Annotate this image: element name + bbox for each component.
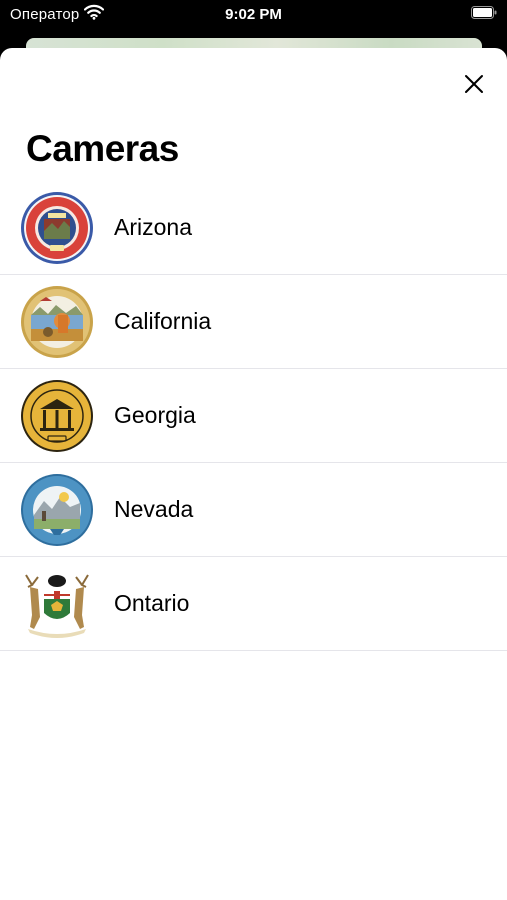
list-item-ontario[interactable]: Ontario: [0, 557, 507, 651]
ontario-coat-of-arms-icon: [25, 574, 89, 638]
status-bar: Оператор 9:02 PM: [0, 0, 507, 30]
battery-icon: [471, 6, 497, 19]
arizona-seal-icon: [21, 192, 93, 264]
california-seal-icon: [21, 286, 93, 358]
list-item-arizona[interactable]: Arizona: [0, 181, 507, 275]
nevada-seal-icon: [21, 474, 93, 546]
list-item-georgia[interactable]: Georgia: [0, 369, 507, 463]
status-time: 9:02 PM: [225, 6, 282, 23]
list-item-nevada[interactable]: Nevada: [0, 463, 507, 557]
list-item-label: Arizona: [114, 214, 192, 240]
list-item-label: Ontario: [114, 590, 190, 616]
georgia-seal-icon: [21, 380, 93, 452]
close-icon: [465, 75, 483, 93]
list-item-label: Georgia: [114, 402, 196, 428]
list-item-label: California: [114, 308, 212, 334]
list-item-label: Nevada: [114, 496, 194, 522]
camera-location-list: Arizona California Georgia Nevada Ontari…: [0, 181, 507, 651]
list-item-california[interactable]: California: [0, 275, 507, 369]
cameras-sheet: Cameras Arizona California Georgia Nevad…: [0, 48, 507, 900]
page-title: Cameras: [26, 128, 179, 169]
close-button[interactable]: [458, 68, 490, 100]
